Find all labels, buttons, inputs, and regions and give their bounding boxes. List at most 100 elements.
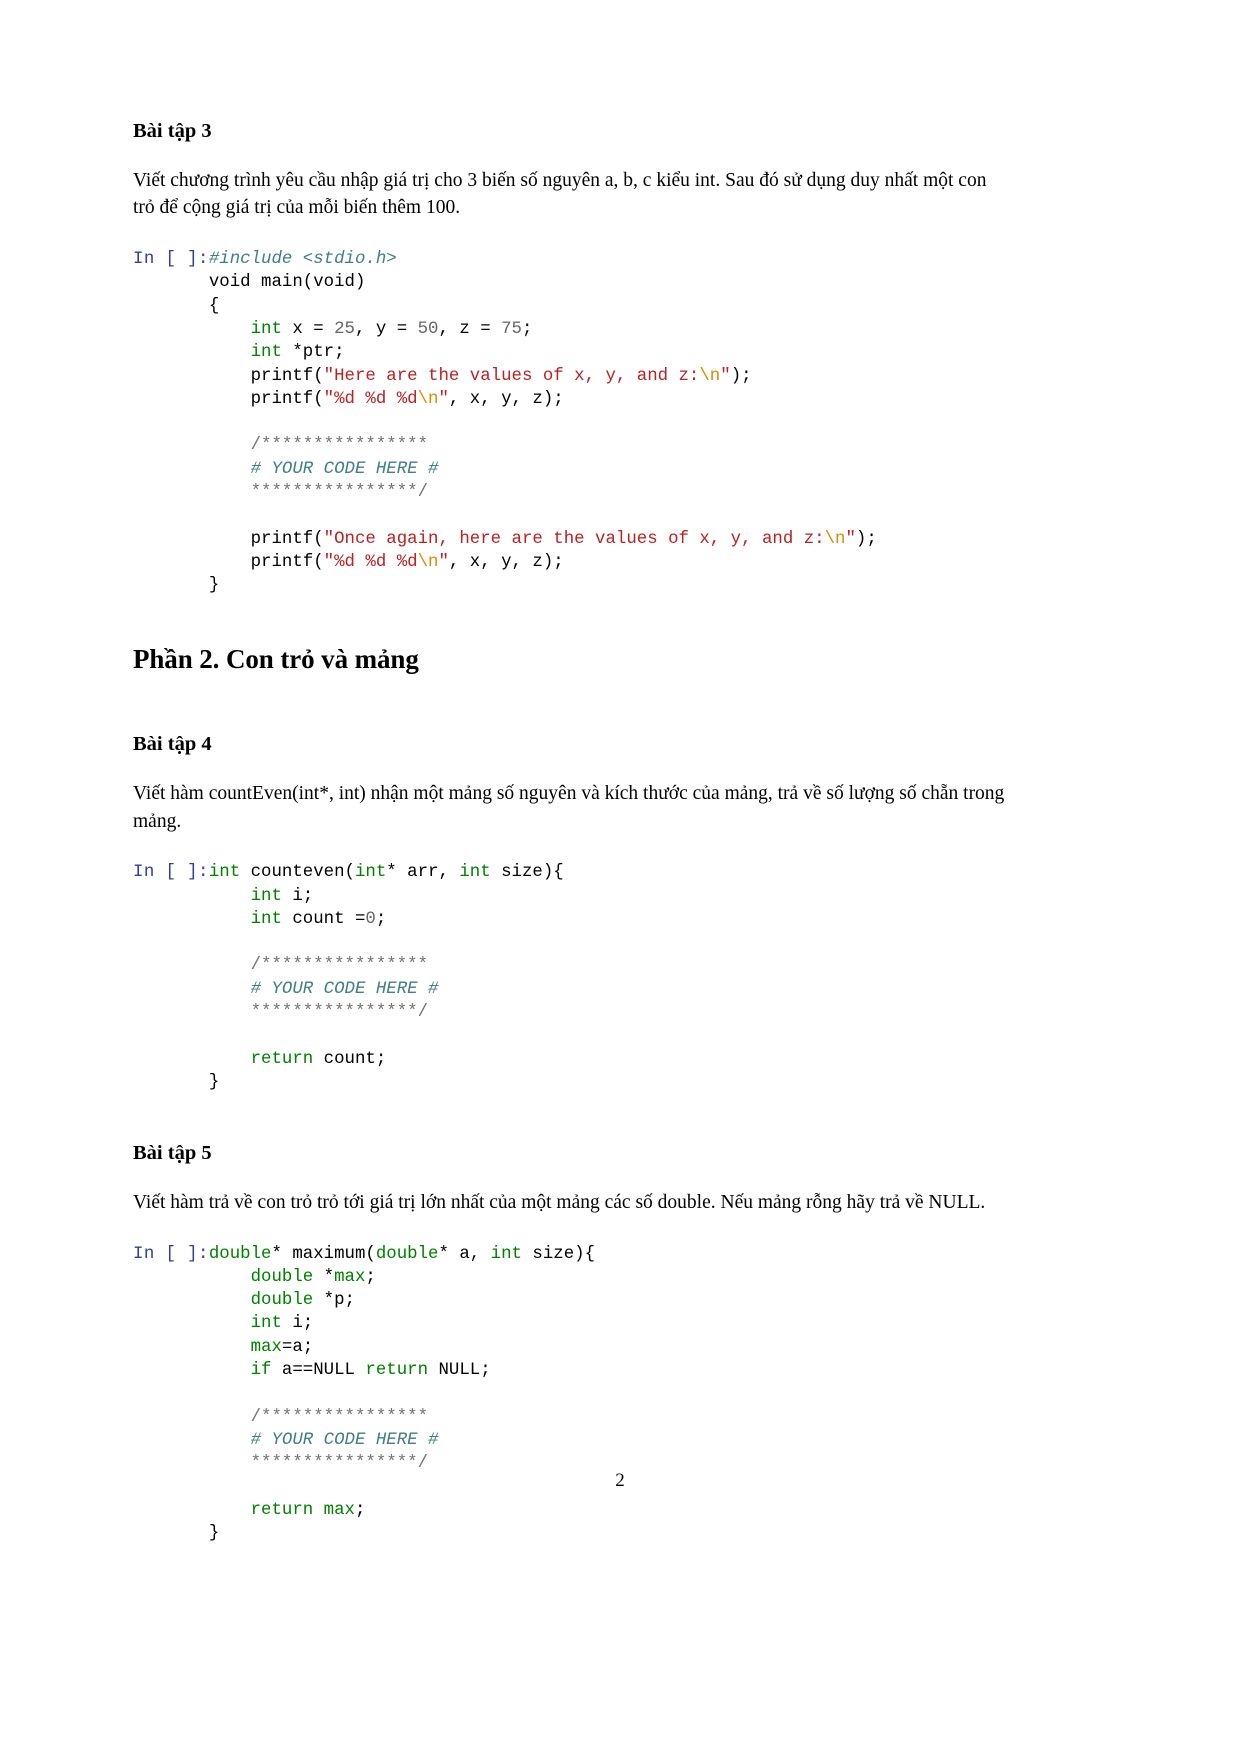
code-token: } xyxy=(208,576,220,596)
paragraph-exercise-5: Viết hàm trả về con trỏ trỏ tới giá trị … xyxy=(133,1191,986,1213)
code-token: return xyxy=(250,1500,314,1520)
code-token: * maximum( xyxy=(271,1244,376,1264)
code-token: i; xyxy=(281,886,314,906)
code-token: , x, y, z); xyxy=(448,389,564,409)
code-token: * a, xyxy=(438,1244,491,1264)
code-token: * arr, xyxy=(386,863,460,883)
code-token: int xyxy=(250,886,282,906)
code-token: ); xyxy=(855,529,877,549)
code-token: double xyxy=(250,1267,314,1287)
code-token: 25 xyxy=(334,319,355,339)
code-token: return xyxy=(250,1049,314,1069)
code-line: # YOUR CODE HERE # xyxy=(209,978,1011,1001)
code-token: max xyxy=(250,1337,282,1357)
code-token: count = xyxy=(281,909,366,929)
code-token: "Here are the values of x, y, and z: xyxy=(323,366,700,386)
code-cell-exercise-5: In [ ]: double* maximum(double* a, int s… xyxy=(133,1243,1011,1546)
code-token: } xyxy=(208,1072,220,1092)
code-line: printf("%d %d %d\n", x, y, z); xyxy=(209,388,1011,411)
code-token: NULL; xyxy=(428,1361,491,1381)
code-line: max=a; xyxy=(209,1336,1011,1359)
code-token: " xyxy=(438,552,449,572)
code-token: /**************** xyxy=(250,436,429,456)
code-token: ****************/ xyxy=(250,1003,429,1023)
code-token: # YOUR CODE HERE # xyxy=(250,1430,439,1450)
code-content[interactable]: double* maximum(double* a, int size){ do… xyxy=(209,1243,1011,1546)
code-token: "%d %d %d xyxy=(323,389,418,409)
heading-part-2: Phần 2. Con trỏ và mảng xyxy=(133,644,419,675)
code-line: # YOUR CODE HERE # xyxy=(209,1429,1011,1452)
code-token: count; xyxy=(313,1049,387,1069)
code-token: , x, y, z); xyxy=(448,552,564,572)
code-token: int xyxy=(490,1244,522,1264)
code-line: /**************** xyxy=(209,954,1011,977)
code-token: double xyxy=(208,1244,272,1264)
code-line: ****************/ xyxy=(209,1001,1011,1024)
document-page: Bài tập 3 Viết chương trình yêu cầu nhập… xyxy=(0,0,1240,1753)
code-token: *p; xyxy=(313,1291,355,1311)
heading-exercise-5: Bài tập 5 xyxy=(133,1142,212,1165)
code-token: { xyxy=(208,296,220,316)
code-token: , y = xyxy=(354,319,418,339)
code-prompt: In [ ]: xyxy=(133,250,209,270)
page-number: 2 xyxy=(615,1470,625,1491)
code-token: if xyxy=(250,1361,272,1381)
paragraph-exercise-3: Viết chương trình yêu cầu nhập giá trị c… xyxy=(133,169,987,219)
code-line: void main(void) xyxy=(209,271,1011,294)
code-token: # YOUR CODE HERE # xyxy=(250,979,439,999)
code-token: ); xyxy=(730,366,752,386)
code-line: double *max; xyxy=(209,1266,1011,1289)
code-line: } xyxy=(209,1522,1011,1545)
page-content: Bài tập 3 Viết chương trình yêu cầu nhập… xyxy=(133,118,1011,1545)
code-token: int xyxy=(208,863,241,883)
code-line: { xyxy=(209,295,1011,318)
code-token: a==NULL xyxy=(271,1361,366,1381)
code-prompt: In [ ]: xyxy=(133,863,209,883)
code-line: } xyxy=(209,1071,1011,1094)
code-token: /**************** xyxy=(250,956,429,976)
code-token: int xyxy=(250,343,282,363)
code-token: \n xyxy=(824,529,846,549)
code-token: ; xyxy=(365,1267,376,1287)
code-content[interactable]: int counteven(int* arr, int size){ int i… xyxy=(209,861,1011,1094)
code-token: \n xyxy=(417,552,439,572)
code-token: int xyxy=(250,1314,282,1334)
code-token: int xyxy=(250,319,282,339)
code-line: int i; xyxy=(209,1312,1011,1335)
heading-exercise-3: Bài tập 3 xyxy=(133,120,212,142)
code-token: *ptr; xyxy=(281,343,345,363)
code-token: \n xyxy=(417,389,439,409)
code-token: 0 xyxy=(365,909,376,929)
code-token: printf( xyxy=(208,529,324,549)
code-token: printf( xyxy=(208,552,324,572)
code-token: double xyxy=(375,1244,439,1264)
code-prompt: In [ ]: xyxy=(133,1244,209,1264)
code-line: /**************** xyxy=(209,434,1011,457)
code-token: "Once again, here are the values of x, y… xyxy=(323,529,825,549)
code-token: ; xyxy=(354,1500,366,1520)
code-line: double *p; xyxy=(209,1289,1011,1312)
code-token: return xyxy=(365,1361,429,1381)
code-token: , z = xyxy=(438,319,502,339)
code-token: int xyxy=(354,863,387,883)
code-content[interactable]: #include <stdio.h> void main(void) { int x… xyxy=(209,248,1011,597)
code-token: max xyxy=(334,1267,366,1287)
